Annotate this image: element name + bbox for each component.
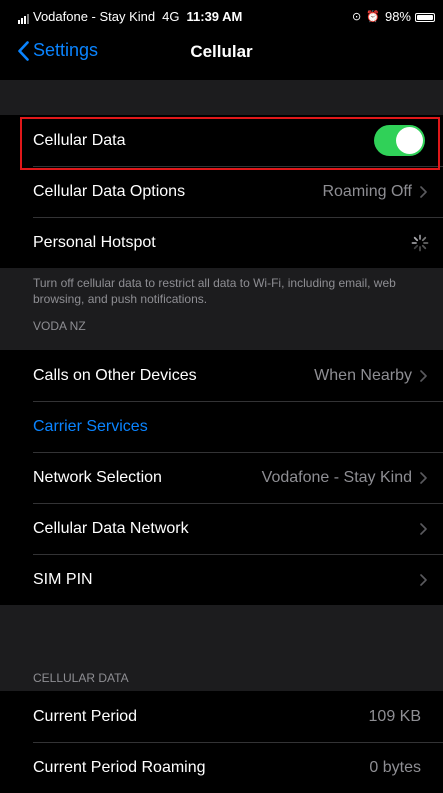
row-label: Calls on Other Devices (33, 366, 197, 384)
carrier-services-link[interactable]: Carrier Services (0, 401, 443, 452)
battery-icon (415, 12, 435, 22)
chevron-right-icon (420, 573, 427, 586)
status-right: ⊙ ⏰ 98% (352, 10, 435, 24)
section-header-carrier: VODA NZ (33, 319, 86, 333)
row-label: Current Period (33, 707, 138, 725)
row-label: Cellular Data Network (33, 519, 189, 537)
battery-percent: 98% (384, 9, 411, 24)
status-left: Vodafone - Stay Kind 4G 11:39 AM (18, 10, 242, 24)
carrier-name: Vodafone - Stay Kind (33, 9, 156, 24)
alarm-icon: ⏰ (366, 11, 380, 23)
signal-strength-icon (18, 13, 29, 24)
status-bar: Vodafone - Stay Kind 4G 11:39 AM ⊙ ⏰ 98% (0, 0, 443, 30)
row-value: Vodafone - Stay Kind (261, 468, 412, 486)
toggle-knob (396, 127, 423, 154)
personal-hotspot-row[interactable]: Personal Hotspot (0, 217, 443, 268)
page-title: Cellular (190, 42, 253, 61)
calls-on-other-devices-row[interactable]: Calls on Other Devices When Nearby (0, 350, 443, 401)
cellular-data-row[interactable]: Cellular Data (0, 115, 443, 166)
cellular-data-footer: Turn off cellular data to restrict all d… (33, 276, 396, 306)
cellular-data-label: Cellular Data (33, 131, 126, 149)
chevron-right-icon (420, 522, 427, 535)
top-spacer (0, 80, 443, 115)
cellular-data-toggle[interactable] (374, 125, 425, 156)
row-label: Current Period Roaming (33, 758, 206, 776)
network-selection-row[interactable]: Network Selection Vodafone - Stay Kind (0, 452, 443, 503)
section-header-cellular-data: CELLULAR DATA (33, 671, 129, 685)
sim-pin-row[interactable]: SIM PIN (0, 554, 443, 605)
navigation-bar: Settings Cellular (0, 30, 443, 80)
orientation-lock-icon: ⊙ (352, 11, 362, 23)
row-label: Carrier Services (33, 417, 148, 435)
row-value: 109 KB (368, 707, 421, 725)
settings-list: Cellular Data Cellular Data Options Roam… (0, 80, 443, 793)
network-type: 4G (162, 9, 180, 24)
cellular-data-network-row[interactable]: Cellular Data Network (0, 503, 443, 554)
chevron-right-icon (420, 471, 427, 484)
status-time: 11:39 AM (186, 9, 243, 24)
chevron-right-icon (420, 185, 427, 198)
row-label: Cellular Data Options (33, 182, 186, 200)
current-period-roaming-row: Current Period Roaming 0 bytes (0, 742, 443, 793)
carrier-group: Calls on Other Devices When Nearby Carri… (0, 350, 443, 605)
row-label: Personal Hotspot (33, 233, 156, 251)
chevron-right-icon (420, 369, 427, 382)
row-value: Roaming Off (322, 182, 412, 200)
row-value: When Nearby (314, 366, 412, 384)
loading-spinner-icon (411, 234, 429, 251)
cellular-data-group: Cellular Data Cellular Data Options Roam… (0, 115, 443, 268)
current-period-row: Current Period 109 KB (0, 691, 443, 742)
row-label: Network Selection (33, 468, 162, 486)
row-value: 0 bytes (369, 758, 421, 776)
cellular-data-options-row[interactable]: Cellular Data Options Roaming Off (0, 166, 443, 217)
usage-group: Current Period 109 KB Current Period Roa… (0, 691, 443, 793)
row-label: SIM PIN (33, 570, 93, 588)
